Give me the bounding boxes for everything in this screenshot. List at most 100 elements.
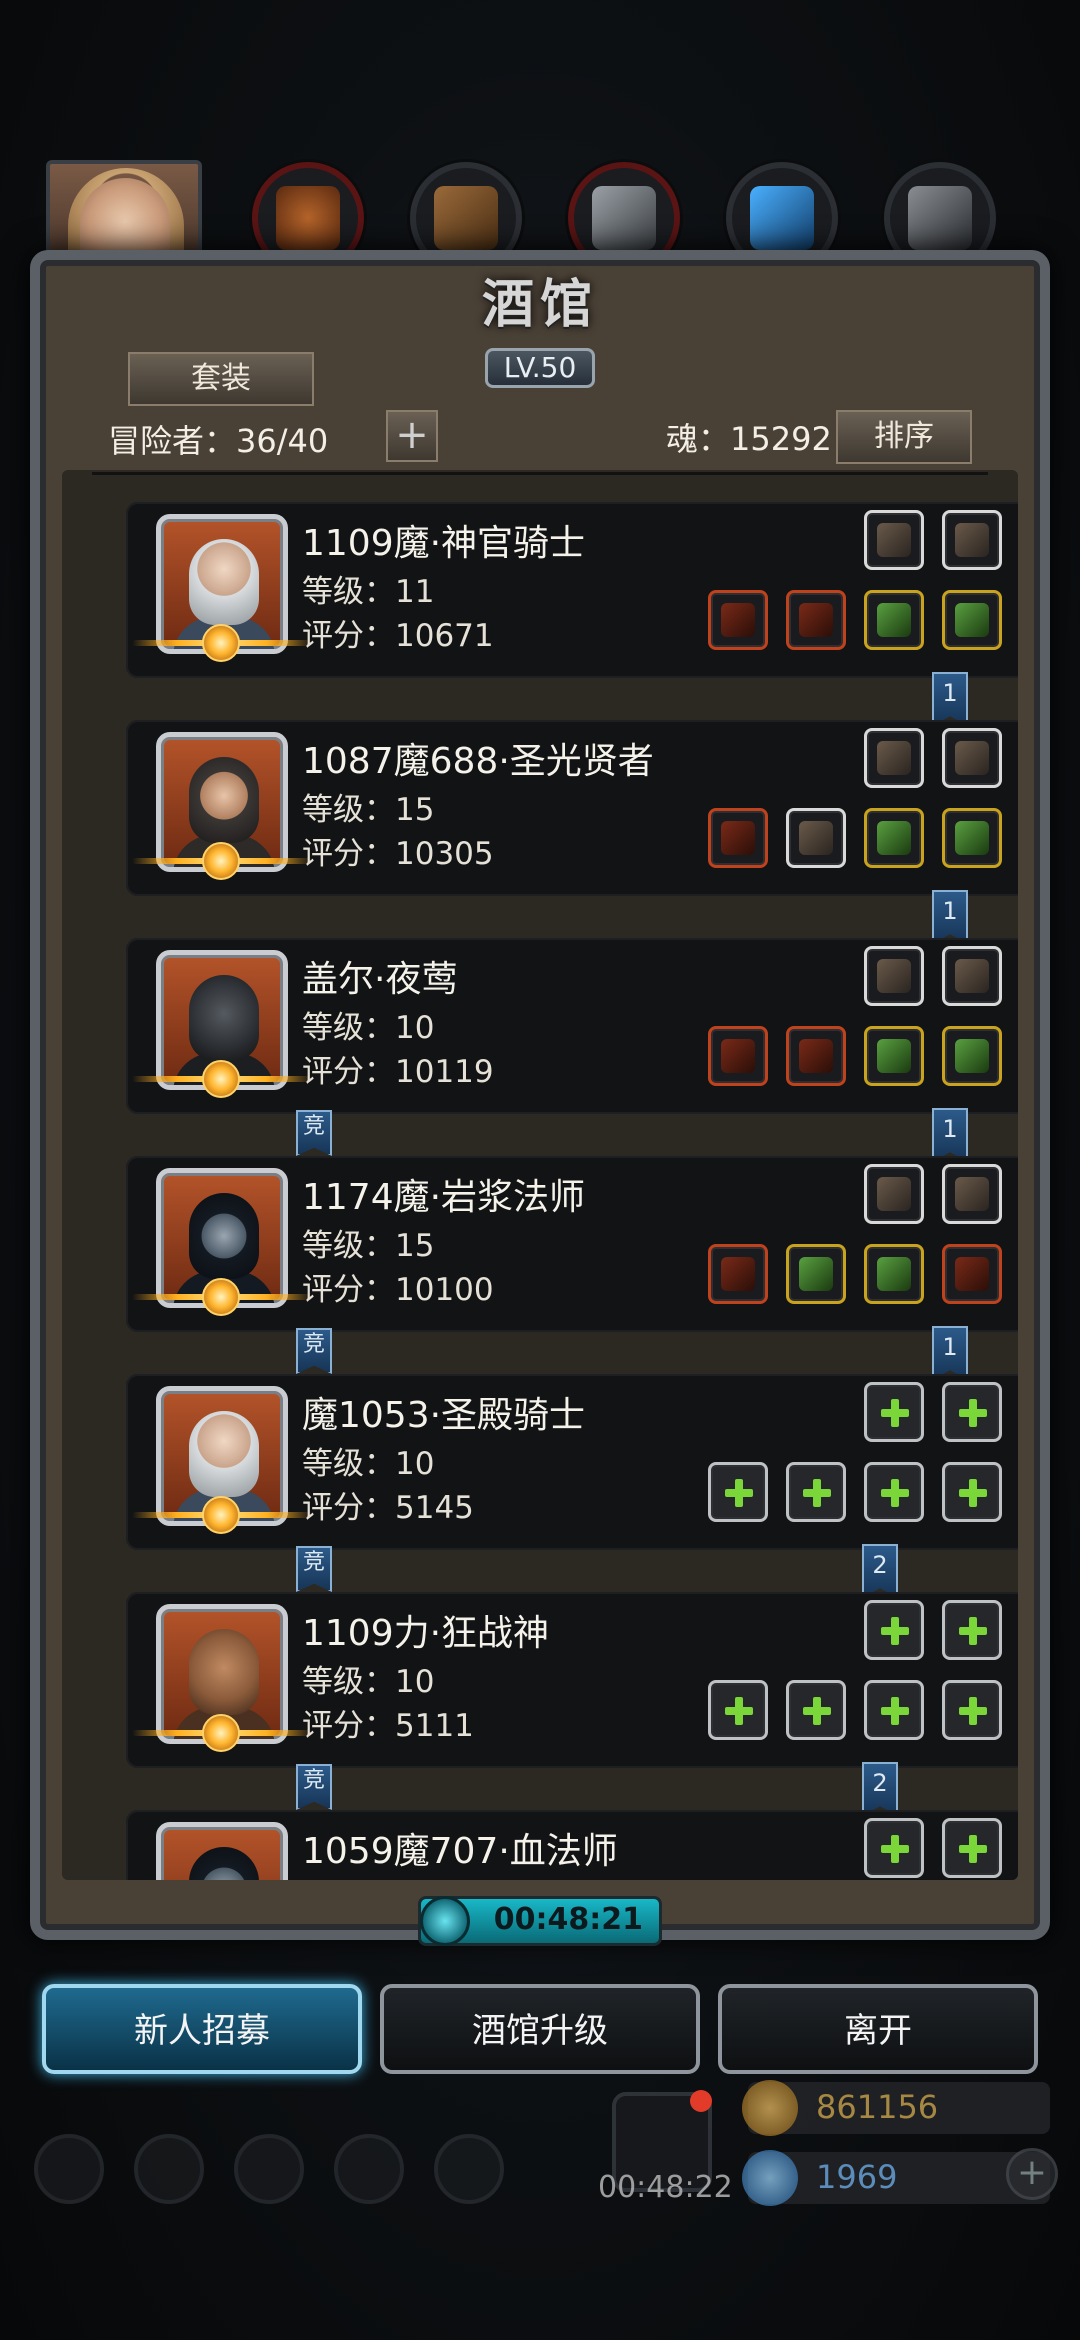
portrait-head bbox=[189, 757, 259, 843]
gear-item-icon bbox=[955, 821, 989, 855]
adventurer-card[interactable]: 1109力·狂战神 等级：10 评分：5111 bbox=[126, 1592, 1018, 1768]
gear-slot[interactable] bbox=[786, 1244, 846, 1304]
gear-slot[interactable] bbox=[864, 510, 924, 570]
gear-slot[interactable] bbox=[942, 808, 1002, 868]
settings-gear-icon[interactable] bbox=[34, 2134, 104, 2204]
gear-item-icon bbox=[877, 603, 911, 637]
add-capacity-button[interactable]: + bbox=[386, 410, 438, 462]
empty-gear-slot[interactable] bbox=[708, 1680, 768, 1740]
adventurer-card[interactable]: 1059魔707·血法师 bbox=[126, 1810, 1018, 1880]
adventurer-name: 1087魔688·圣光贤者 bbox=[302, 741, 654, 782]
adventurer-level: 等级：15 bbox=[302, 792, 435, 828]
adventurer-card[interactable]: 1174魔·岩浆法师 等级：15 评分：10100 bbox=[126, 1156, 1018, 1332]
gear-item-icon bbox=[721, 1039, 755, 1073]
gear-slot[interactable] bbox=[864, 590, 924, 650]
gear-slot[interactable] bbox=[864, 1164, 924, 1224]
adventurer-card[interactable]: 1087魔688·圣光贤者等级：15 评分：10305 bbox=[126, 720, 1018, 896]
gear-slot[interactable] bbox=[942, 510, 1002, 570]
add-gear-icon bbox=[881, 1613, 909, 1647]
empty-gear-slot[interactable] bbox=[708, 1462, 768, 1522]
gear-slot[interactable] bbox=[708, 590, 768, 650]
tavern-panel: 1109魔·神官骑士 等级：11 评分：10671 1 1087魔688·圣光贤者 等级：… bbox=[30, 250, 1050, 1940]
adventurer-level: 等级：11 bbox=[302, 574, 435, 610]
empty-gear-slot[interactable] bbox=[942, 1818, 1002, 1878]
empty-gear-slot[interactable] bbox=[942, 1680, 1002, 1740]
adventurer-level: 等级：15 bbox=[302, 1228, 435, 1264]
empty-gear-slot[interactable] bbox=[942, 1600, 1002, 1660]
set-tier-flag: 1 bbox=[932, 672, 968, 726]
leave-button[interactable]: 离开 bbox=[718, 1984, 1038, 2074]
gear-slot[interactable] bbox=[864, 728, 924, 788]
star-rank-icon bbox=[132, 1712, 312, 1754]
adventurer-count: 冒险者：36/40 bbox=[108, 422, 329, 460]
add-gems-button[interactable]: + bbox=[1006, 2148, 1058, 2200]
gear-slot[interactable] bbox=[786, 590, 846, 650]
arena-flag: 竞 bbox=[296, 1328, 332, 1374]
star-rank-icon bbox=[132, 840, 312, 882]
gear-item-icon bbox=[955, 523, 989, 557]
portrait-head bbox=[189, 1411, 259, 1497]
gear-slot[interactable] bbox=[708, 1244, 768, 1304]
gear-slot[interactable] bbox=[708, 808, 768, 868]
gear-slot[interactable] bbox=[942, 946, 1002, 1006]
adventurer-score: 评分：5111 bbox=[302, 1708, 474, 1744]
empty-gear-slot[interactable] bbox=[786, 1462, 846, 1522]
adventurer-score: 评分：10305 bbox=[302, 836, 494, 872]
gear-item-icon bbox=[955, 741, 989, 775]
empty-gear-slot[interactable] bbox=[786, 1680, 846, 1740]
gear-item-icon bbox=[877, 523, 911, 557]
gear-item-icon bbox=[799, 603, 833, 637]
gear-slot[interactable] bbox=[942, 728, 1002, 788]
gear-item-icon bbox=[955, 959, 989, 993]
gear-item-icon bbox=[877, 1039, 911, 1073]
gear-slot[interactable] bbox=[864, 1026, 924, 1086]
adventurer-level: 等级：10 bbox=[302, 1446, 435, 1482]
empty-gear-slot[interactable] bbox=[942, 1462, 1002, 1522]
add-gear-icon bbox=[803, 1693, 831, 1727]
adventurer-list-viewport[interactable]: 1109魔·神官骑士 等级：11 评分：10671 1 1087魔688·圣光贤者 等级：… bbox=[62, 470, 1018, 1880]
gear-slot[interactable] bbox=[786, 808, 846, 868]
gear-slot[interactable] bbox=[942, 1026, 1002, 1086]
empty-gear-slot[interactable] bbox=[864, 1600, 924, 1660]
empty-gear-slot[interactable] bbox=[864, 1382, 924, 1442]
adventurer-level: 等级：10 bbox=[302, 1664, 435, 1700]
gear-item-icon bbox=[799, 1039, 833, 1073]
empty-gear-slot[interactable] bbox=[942, 1382, 1002, 1442]
adventurer-card[interactable]: 盖尔·夜莺 等级：10 评分：10119 bbox=[126, 938, 1018, 1114]
arena-flag: 竞 bbox=[296, 1110, 332, 1156]
scroll-icon[interactable] bbox=[434, 2134, 504, 2204]
recruit-button[interactable]: 新人招募 bbox=[42, 1984, 362, 2074]
empty-gear-slot[interactable] bbox=[864, 1462, 924, 1522]
gear-slot[interactable] bbox=[942, 1244, 1002, 1304]
gear-item-icon bbox=[721, 821, 755, 855]
adventurer-card[interactable]: 魔1053·圣殿骑士 等级：10 评分：5145 bbox=[126, 1374, 1018, 1550]
pentagram-icon[interactable] bbox=[134, 2134, 204, 2204]
gear-slot[interactable] bbox=[864, 808, 924, 868]
adventurer-card[interactable]: 1109魔·神官骑士 等级：11 评分：10671 bbox=[126, 502, 1018, 678]
gear-slot[interactable] bbox=[786, 1026, 846, 1086]
gear-item-icon bbox=[721, 603, 755, 637]
add-gear-icon bbox=[959, 1475, 987, 1509]
gear-slot[interactable] bbox=[708, 1026, 768, 1086]
gear-slot[interactable] bbox=[864, 946, 924, 1006]
rank-disc bbox=[202, 1496, 240, 1534]
gear-slot[interactable] bbox=[942, 590, 1002, 650]
adventurer-score: 评分：5145 bbox=[302, 1490, 474, 1526]
empty-gear-slot[interactable] bbox=[864, 1818, 924, 1878]
suit-button[interactable]: 套装 bbox=[128, 352, 314, 406]
gear-item-icon bbox=[877, 741, 911, 775]
star-rank-icon bbox=[132, 1276, 312, 1318]
upgrade-tavern-button[interactable]: 酒馆升级 bbox=[380, 1984, 700, 2074]
add-gear-icon bbox=[959, 1831, 987, 1865]
adventurer-name: 盖尔·夜莺 bbox=[302, 959, 458, 1000]
gear-slot[interactable] bbox=[942, 1164, 1002, 1224]
shield-emblem-icon[interactable] bbox=[234, 2134, 304, 2204]
divider bbox=[92, 472, 988, 475]
empty-gear-slot[interactable] bbox=[864, 1680, 924, 1740]
clock-icon bbox=[420, 1896, 470, 1946]
add-gear-icon bbox=[881, 1693, 909, 1727]
mail-icon[interactable] bbox=[334, 2134, 404, 2204]
rank-disc bbox=[202, 1278, 240, 1316]
gear-slot[interactable] bbox=[864, 1244, 924, 1304]
sort-button[interactable]: 排序 bbox=[836, 410, 972, 464]
